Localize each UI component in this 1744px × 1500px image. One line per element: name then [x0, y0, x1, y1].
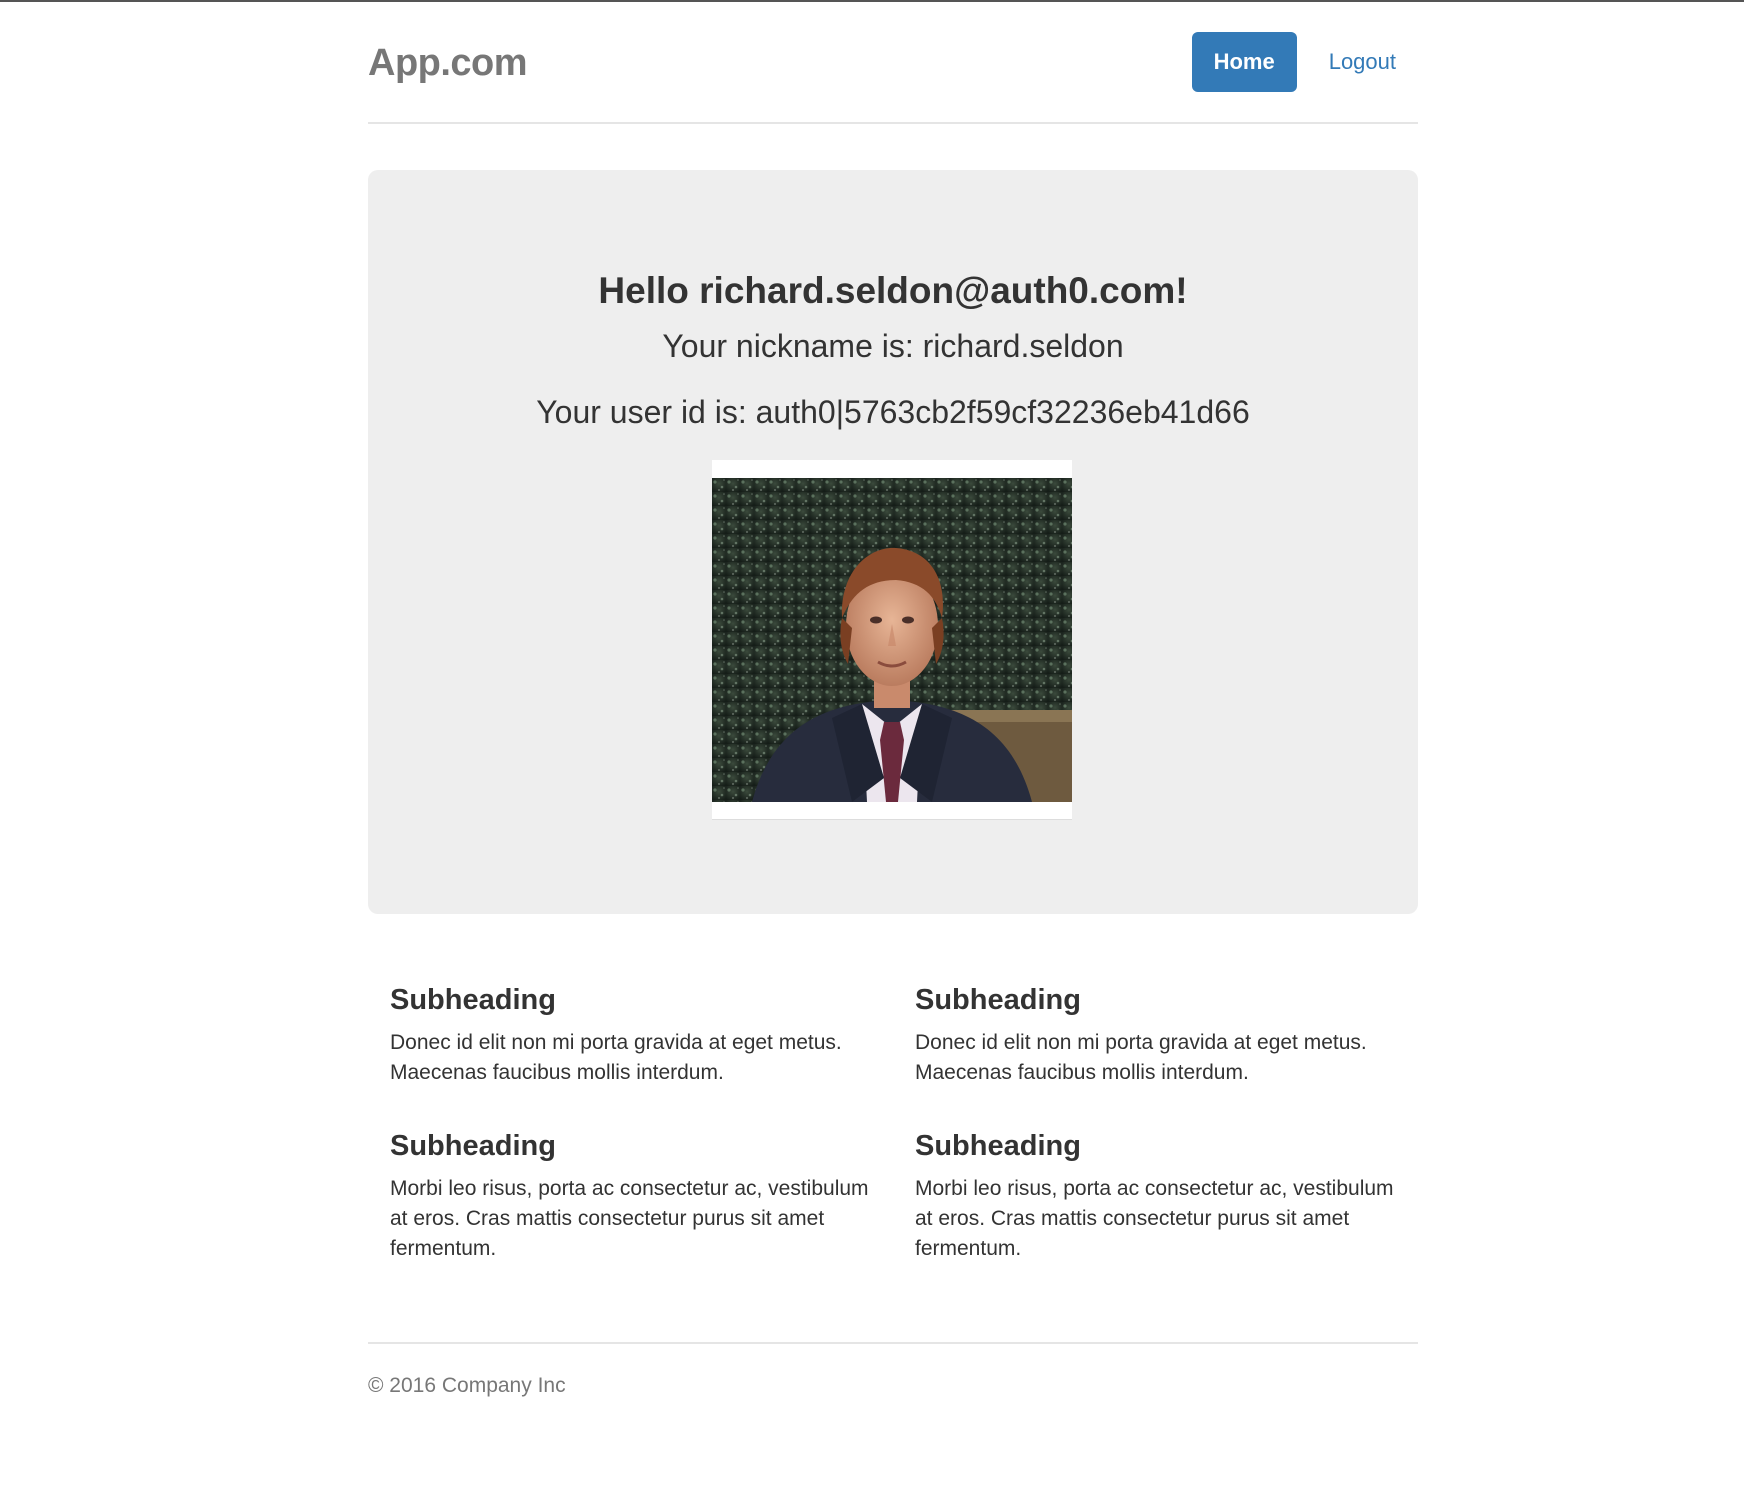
user-avatar	[712, 460, 1072, 820]
logout-nav-link[interactable]: Logout	[1307, 32, 1418, 92]
subheading: Subheading	[915, 1130, 1081, 1162]
site-header: App.com Home Logout	[368, 2, 1418, 124]
home-nav-button[interactable]: Home	[1191, 32, 1297, 92]
marketing-column: Subheading Morbi leo risus, porta ac con…	[390, 1128, 870, 1264]
column-text: Morbi leo risus, porta ac consectetur ac…	[915, 1177, 1394, 1260]
header-nav: Home Logout	[1191, 32, 1418, 92]
column-text: Morbi leo risus, porta ac consectetur ac…	[390, 1177, 869, 1260]
user-id-text: Your user id is: auth0|5763cb2f59cf32236…	[536, 394, 1250, 430]
subheading: Subheading	[390, 1130, 556, 1162]
copyright-text: © 2016 Company Inc	[368, 1374, 566, 1397]
greeting-heading: Hello richard.seldon@auth0.com!	[598, 270, 1188, 311]
site-footer: © 2016 Company Inc	[368, 1342, 1418, 1398]
marketing-column: Subheading Morbi leo risus, porta ac con…	[915, 1128, 1395, 1264]
subheading: Subheading	[915, 984, 1081, 1016]
brand-title: App.com	[368, 42, 528, 84]
marketing-column: Subheading Donec id elit non mi porta gr…	[915, 982, 1395, 1088]
subheading: Subheading	[390, 984, 556, 1016]
avatar-photo	[712, 478, 1072, 802]
marketing-column: Subheading Donec id elit non mi porta gr…	[390, 982, 870, 1088]
column-text: Donec id elit non mi porta gravida at eg…	[915, 1031, 1367, 1084]
nickname-text: Your nickname is: richard.seldon	[662, 328, 1124, 364]
column-text: Donec id elit non mi porta gravida at eg…	[390, 1031, 842, 1084]
page-container: App.com Home Logout Hello richard.seldon…	[368, 2, 1418, 1397]
profile-jumbotron: Hello richard.seldon@auth0.com! Your nic…	[368, 170, 1418, 914]
